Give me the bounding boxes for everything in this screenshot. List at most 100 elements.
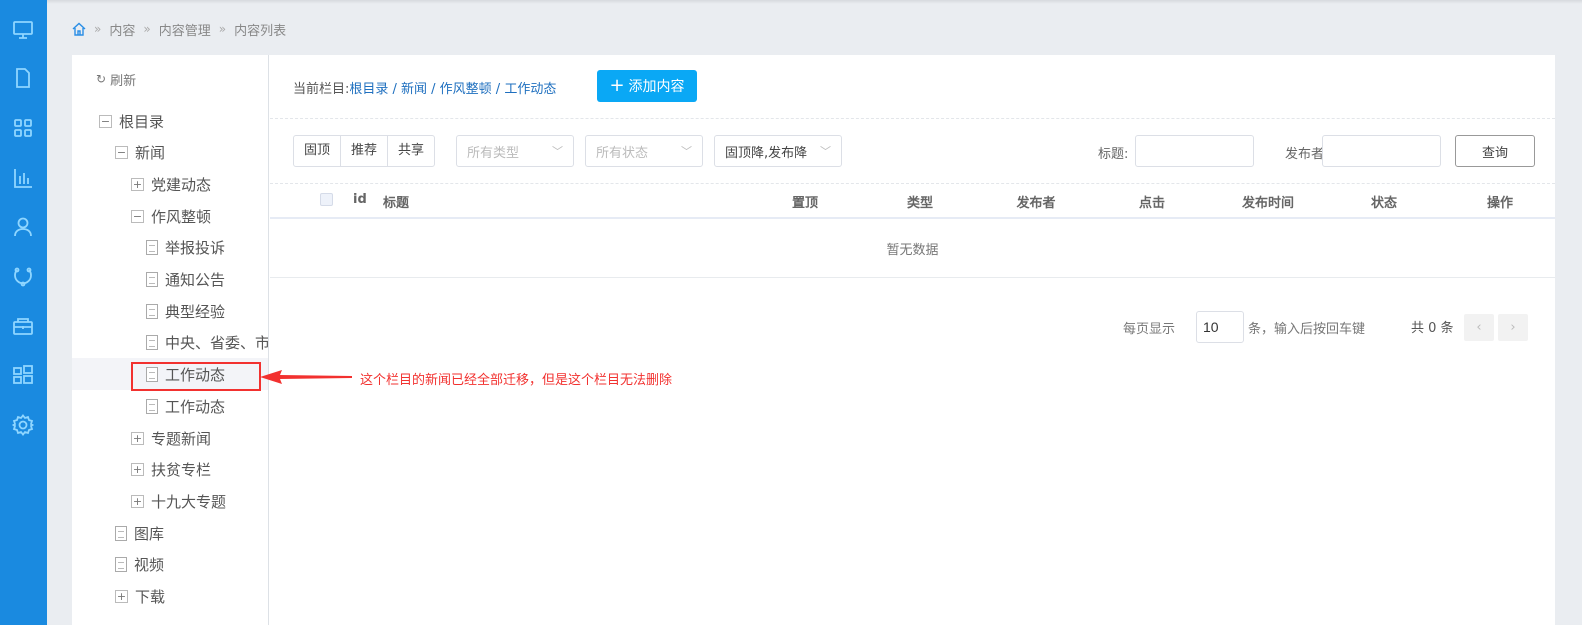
tree-item-label: 图库 xyxy=(134,524,165,543)
refresh-label: 刷新 xyxy=(110,73,137,89)
top-shadow xyxy=(47,0,1582,4)
column-header-publish-time[interactable]: 发布时间 xyxy=(1242,192,1294,211)
add-content-label: 添加内容 xyxy=(628,79,685,95)
current-category-label: 当前栏目: xyxy=(293,82,350,97)
tree-item[interactable]: 工作动态 xyxy=(146,390,225,422)
annotation-arrow-icon xyxy=(260,370,352,384)
expand-icon[interactable]: + xyxy=(131,463,144,477)
column-header-id[interactable]: id xyxy=(353,192,367,207)
tree-item-label: 根目录 xyxy=(119,112,165,131)
current-category-path[interactable]: 根目录 / 新闻 / 作风整顿 / 工作动态 xyxy=(349,82,556,97)
category-tree: ↻ 刷新 − 根目录 − 新闻 + 党建动态 − 作风整顿 举报投诉 通知公告 典型经验 中央、省委、… xyxy=(72,55,269,625)
divider xyxy=(270,183,1555,184)
column-header-status[interactable]: 状态 xyxy=(1371,192,1397,211)
type-select-value: 所有类型 xyxy=(467,145,520,161)
expand-icon[interactable]: + xyxy=(131,177,144,191)
tree-item[interactable]: − 作风整顿 xyxy=(131,200,211,232)
tree-item[interactable]: 图库 xyxy=(115,517,164,549)
apps-icon[interactable] xyxy=(11,363,35,387)
flag-filter-group: 固顶 推荐 共享 xyxy=(293,135,436,167)
sync-icon[interactable] xyxy=(11,264,35,288)
tree-item-label: 工作动态 xyxy=(165,397,226,416)
collapse-icon[interactable]: − xyxy=(99,114,112,128)
filter-recommended-button[interactable]: 推荐 xyxy=(341,136,389,166)
tree-item[interactable]: + 下载 xyxy=(115,581,165,613)
gear-icon[interactable] xyxy=(11,413,35,437)
annotation-highlight-box xyxy=(131,362,261,391)
breadcrumb-separator: » xyxy=(218,22,227,36)
tree-item-label: 典型经验 xyxy=(165,302,226,321)
content-area: 当前栏目:根目录 / 新闻 / 作风整顿 / 工作动态 + 添加内容 固顶 推荐… xyxy=(270,55,1555,625)
column-header-pinned[interactable]: 置顶 xyxy=(792,192,818,211)
breadcrumb-separator: » xyxy=(94,22,102,36)
query-button[interactable]: 查询 xyxy=(1455,135,1535,167)
sort-select[interactable]: 固顶降,发布降 ﹀ xyxy=(714,135,842,167)
column-header-title[interactable]: 标题 xyxy=(383,192,409,211)
type-select[interactable]: 所有类型 ﹀ xyxy=(456,135,574,167)
status-select[interactable]: 所有状态 ﹀ xyxy=(585,135,703,167)
grid-icon[interactable] xyxy=(11,116,35,140)
breadcrumb-item[interactable]: 内容 xyxy=(109,20,135,39)
title-filter-label: 标题: xyxy=(1098,147,1129,162)
document-icon xyxy=(146,398,158,414)
tree-item[interactable]: + 十九大专题 xyxy=(131,485,226,517)
expand-icon[interactable]: + xyxy=(131,431,144,445)
user-icon[interactable] xyxy=(11,215,35,239)
divider xyxy=(270,118,1555,119)
next-page-button[interactable]: › xyxy=(1498,314,1528,341)
column-header-clicks[interactable]: 点击 xyxy=(1139,192,1165,211)
plus-icon: + xyxy=(609,75,625,96)
chevron-right-icon: › xyxy=(1510,320,1516,335)
tree-item[interactable]: 视频 xyxy=(115,549,164,581)
tree-item[interactable]: − 新闻 xyxy=(115,137,165,169)
expand-icon[interactable]: + xyxy=(131,494,144,508)
per-page-label: 每页显示 xyxy=(1123,322,1176,337)
tree-item[interactable]: + 扶贫专栏 xyxy=(131,454,211,486)
tree-item-label: 通知公告 xyxy=(165,271,226,289)
per-page-hint: 条，输入后按回车键 xyxy=(1248,322,1366,337)
column-header-type[interactable]: 类型 xyxy=(907,192,933,211)
chevron-down-icon: ﹀ xyxy=(552,145,563,158)
file-icon[interactable] xyxy=(11,66,35,90)
total-count: 共 0 条 xyxy=(1411,321,1454,336)
filter-pinned-button[interactable]: 固顶 xyxy=(294,136,342,166)
breadcrumb-item[interactable]: 内容管理 xyxy=(159,20,211,39)
tree-item-label: 党建动态 xyxy=(151,175,212,194)
tree-item[interactable]: 通知公告 xyxy=(146,264,225,296)
tree-item[interactable]: 中央、省委、市委 xyxy=(146,327,268,359)
tree-item[interactable]: − 根目录 xyxy=(99,105,164,137)
tree-item[interactable]: + 党建动态 xyxy=(131,168,211,200)
chevron-left-icon: ‹ xyxy=(1476,320,1482,335)
expand-icon[interactable]: + xyxy=(115,590,128,603)
collapse-icon[interactable]: − xyxy=(115,146,128,160)
select-all-checkbox[interactable] xyxy=(320,193,333,206)
tree-item[interactable]: + 专题新闻 xyxy=(131,422,211,454)
document-icon xyxy=(146,272,158,287)
tree-item-label: 下载 xyxy=(135,588,166,606)
empty-table-message: 暂无数据 xyxy=(270,219,1555,278)
home-icon[interactable] xyxy=(72,22,86,36)
current-category: 当前栏目:根目录 / 新闻 / 作风整顿 / 工作动态 xyxy=(293,78,556,97)
prev-page-button[interactable]: ‹ xyxy=(1464,314,1494,341)
tree-item-label: 十九大专题 xyxy=(151,492,227,511)
column-header-actions: 操作 xyxy=(1486,196,1514,211)
tree-item-label: 扶贫专栏 xyxy=(151,461,212,480)
box-icon[interactable] xyxy=(11,314,35,338)
annotation-text: 这个栏目的新闻已经全部迁移，但是这个栏目无法删除 xyxy=(360,373,673,388)
chart-icon[interactable] xyxy=(11,166,35,190)
tree-item[interactable]: 典型经验 xyxy=(146,295,225,327)
collapse-icon[interactable]: − xyxy=(131,209,144,223)
status-select-value: 所有状态 xyxy=(596,145,649,161)
tree-item-label: 视频 xyxy=(134,556,165,575)
refresh-icon: ↻ xyxy=(96,72,107,86)
publisher-filter-input[interactable] xyxy=(1322,135,1441,167)
per-page-input[interactable] xyxy=(1196,311,1244,343)
title-filter-input[interactable] xyxy=(1135,135,1254,167)
tree-item[interactable]: 举报投诉 xyxy=(146,232,225,264)
filter-shared-button[interactable]: 共享 xyxy=(388,136,434,166)
add-content-button[interactable]: + 添加内容 xyxy=(597,70,697,102)
monitor-icon[interactable] xyxy=(11,18,35,42)
refresh-button[interactable]: ↻ 刷新 xyxy=(96,63,136,95)
column-header-publisher[interactable]: 发布者 xyxy=(1016,192,1055,211)
breadcrumb-separator: » xyxy=(143,22,151,36)
